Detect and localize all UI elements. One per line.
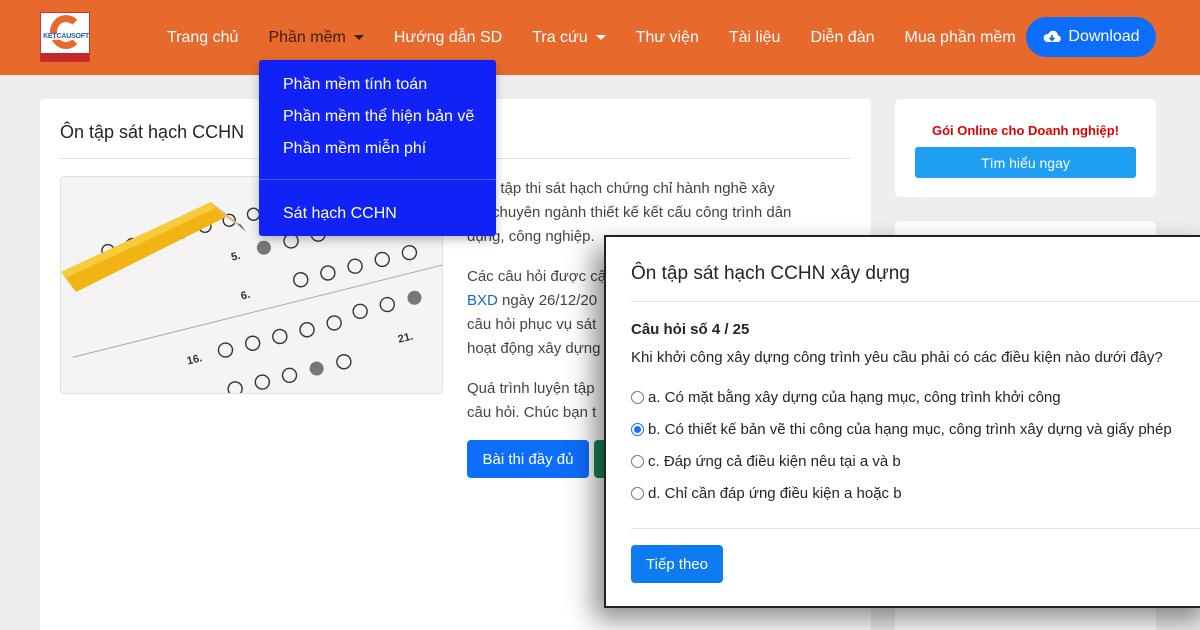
dropdown-item-free[interactable]: Phần mềm miễn phí — [283, 140, 426, 158]
nav-label: Mua phần mềm — [904, 28, 1016, 46]
caret-down-icon — [595, 35, 606, 40]
full-exam-label: Bài thi đầy đủ — [482, 450, 574, 468]
answer-option-d[interactable]: d. Chỉ cần đáp ứng điều kiện a hoặc b — [631, 485, 902, 502]
question-text: Khi khởi công xây dựng công trình yêu cầ… — [631, 349, 1163, 366]
option-label: c. Đáp ứng cả điều kiện nêu tại a và b — [648, 453, 901, 470]
nav-item-home[interactable]: Trang chủ — [152, 29, 253, 47]
option-label: a. Có mặt bằng xây dựng của hạng mục, cô… — [648, 389, 1061, 406]
nav-label: Phần mềm — [268, 28, 346, 46]
bxd-link[interactable]: BXD — [467, 292, 498, 309]
nav-item-lookup[interactable]: Tra cứu — [517, 29, 620, 47]
caret-down-icon — [353, 35, 364, 40]
modal-divider — [631, 528, 1200, 529]
practice-text: Quá trình luyện tập câu hỏi. Chúc bạn t — [467, 380, 597, 421]
dropdown-item-calculation[interactable]: Phần mềm tính toán — [283, 76, 427, 94]
dropdown-item-drawing[interactable]: Phần mềm thể hiện bản vẽ — [283, 108, 474, 126]
dropdown-divider — [259, 179, 496, 180]
top-navbar: KETCAUSOFT Trang chủ Phần mềm Hướng dẫn … — [0, 0, 1200, 75]
radio-button[interactable] — [631, 391, 644, 404]
download-label: Download — [1068, 28, 1140, 45]
option-label: b. Có thiết kế bản vẽ thi công của hạng … — [648, 421, 1172, 438]
nav-item-software[interactable]: Phần mềm — [253, 29, 378, 47]
radio-button[interactable] — [631, 455, 644, 468]
nav-label: Diễn đàn — [810, 28, 875, 46]
next-button[interactable]: Tiếp theo — [631, 545, 723, 583]
promo-text: Gói Online cho Doanh nghiệp! — [931, 123, 1120, 138]
promo-card: Gói Online cho Doanh nghiệp! Tìm hiểu ng… — [895, 99, 1156, 197]
nav-item-buy[interactable]: Mua phần mềm — [889, 29, 1030, 47]
logo-text: KETCAUSOFT — [42, 33, 89, 40]
modal-divider — [631, 301, 1200, 302]
download-button[interactable]: Download — [1026, 17, 1156, 57]
info-text-rest: câu hỏi phục vụ sát hoạt động xây dựng — [467, 316, 601, 357]
info-text-date: ngày 26/12/20 — [497, 292, 598, 309]
site-logo[interactable]: KETCAUSOFT — [40, 12, 90, 62]
next-label: Tiếp theo — [646, 555, 708, 573]
software-dropdown-menu: Phần mềm tính toán Phần mềm thể hiện bản… — [259, 60, 496, 236]
nav-label: Hướng dẫn SD — [393, 28, 503, 46]
answer-option-b[interactable]: b. Có thiết kế bản vẽ thi công của hạng … — [631, 421, 1172, 438]
nav-label: Trang chủ — [167, 28, 239, 46]
dropdown-item-cchn[interactable]: Sát hạch CCHN — [283, 205, 397, 223]
page-title: Ôn tập sát hạch CCHN — [60, 122, 245, 142]
info-text-start: Các câu hỏi được cậ — [467, 268, 607, 285]
nav-item-forum[interactable]: Diễn đàn — [795, 29, 889, 47]
full-exam-button[interactable]: Bài thi đầy đủ — [467, 440, 589, 478]
nav-item-guide[interactable]: Hướng dẫn SD — [379, 29, 517, 47]
logo-mark — [50, 15, 82, 49]
answer-option-c[interactable]: c. Đáp ứng cả điều kiện nêu tại a và b — [631, 453, 901, 470]
modal-title: Ôn tập sát hạch CCHN xây dựng — [631, 263, 910, 284]
option-label: d. Chỉ cần đáp ứng điều kiện a hoặc b — [648, 485, 902, 502]
logo-bar — [41, 53, 89, 61]
nav-item-library[interactable]: Thư viện — [621, 29, 714, 47]
radio-button-checked[interactable] — [631, 423, 644, 436]
nav-label: Thư viện — [635, 28, 699, 46]
question-number: Câu hỏi số 4 / 25 — [631, 321, 750, 338]
learn-more-label: Tìm hiểu ngay — [981, 154, 1070, 171]
nav-label: Tài liệu — [728, 28, 781, 46]
cloud-download-icon — [1044, 30, 1062, 42]
nav-label: Tra cứu — [532, 28, 588, 46]
learn-more-button[interactable]: Tìm hiểu ngay — [915, 147, 1136, 178]
radio-button[interactable] — [631, 487, 644, 500]
answer-option-a[interactable]: a. Có mặt bằng xây dựng của hạng mục, cô… — [631, 389, 1061, 406]
quiz-modal: Ôn tập sát hạch CCHN xây dựng Câu hỏi số… — [604, 235, 1200, 608]
nav-item-documents[interactable]: Tài liệu — [714, 29, 796, 47]
